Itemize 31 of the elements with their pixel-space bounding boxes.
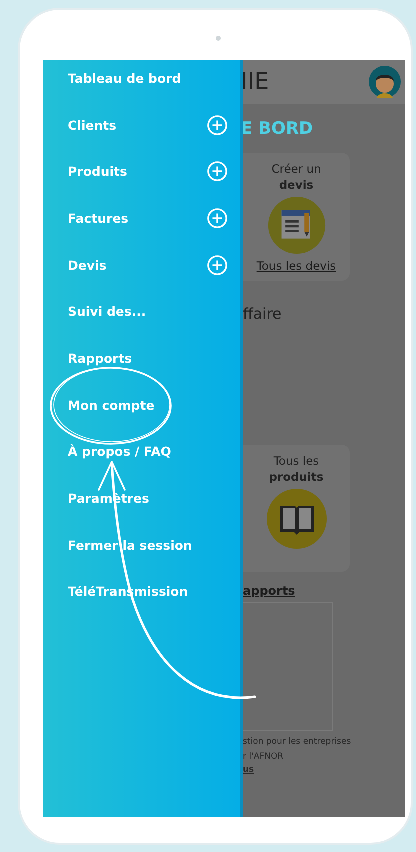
card-label: Créer un [272,162,322,176]
drawer-item[interactable]: Rapports [68,350,132,366]
drawer-item[interactable]: Fermer la session [68,538,192,553]
footer-link[interactable]: us [243,765,405,775]
section-heading: ffaire [243,305,282,323]
drawer-item[interactable]: À propos / FAQ [68,444,172,460]
footer-text: r l'AFNOR [243,752,285,762]
drawer-item[interactable]: Produits [68,164,128,180]
drawer-item[interactable]: Devis [68,258,107,273]
book-icon [266,488,328,550]
app-title: IIE [243,69,270,95]
drawer-item[interactable]: Clients [68,118,117,133]
footer-text: stion pour les entreprises [243,737,352,747]
drawer-item[interactable]: Suivi des... [68,304,146,320]
avatar-icon[interactable] [369,66,401,98]
drawer-item[interactable]: Factures [68,210,129,226]
card-link[interactable]: Tous les devis [256,259,336,273]
drawer-item[interactable]: Mon compte [68,398,155,413]
reports-link[interactable]: apports [243,584,296,598]
add-icon[interactable] [207,161,228,182]
add-icon[interactable] [207,114,228,136]
camera-dot [216,36,220,41]
add-icon[interactable] [207,254,228,276]
document-pencil-icon [266,196,328,255]
card-label: produits [269,470,324,484]
action-card[interactable]: Créer un devis Tous les devis [243,153,350,281]
action-card[interactable]: Tous les produits [243,445,350,572]
add-icon[interactable] [207,208,228,229]
card-label: devis [279,178,314,192]
card-label: Tous les [274,454,320,468]
drawer-item[interactable]: Tableau de bord [68,70,182,86]
